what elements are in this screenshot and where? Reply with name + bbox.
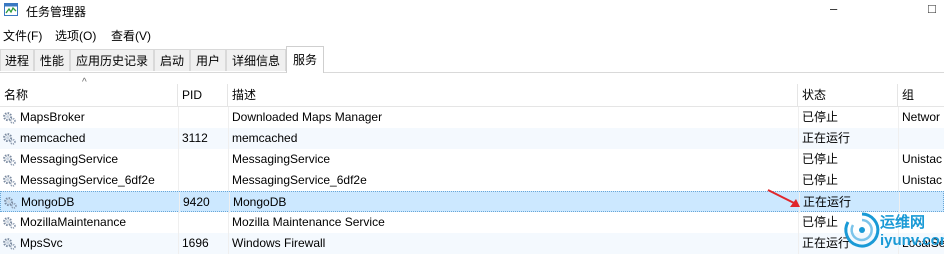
task-manager-icon — [4, 3, 18, 16]
service-name-cell: memcached — [0, 128, 178, 149]
column-divider — [179, 192, 180, 213]
service-name-cell: MongoDB — [1, 192, 179, 213]
column-divider — [178, 212, 179, 233]
service-pid — [178, 212, 228, 233]
table-row[interactable]: memcached 3112 memcached 正在运行 — [0, 128, 944, 149]
watermark: 运维网 iyunv.com — [842, 210, 944, 254]
service-pid: 9420 — [183, 195, 210, 209]
tab-processes[interactable]: 进程 — [0, 49, 34, 71]
column-divider — [798, 128, 799, 149]
service-status: 正在运行 — [802, 131, 851, 145]
column-divider — [178, 149, 179, 170]
column-divider — [178, 233, 179, 254]
service-description: MessagingService — [232, 152, 331, 166]
table-row[interactable]: MessagingService MessagingService 已停止 Unist… — [0, 149, 944, 170]
restore-button[interactable]: □ — [928, 1, 936, 16]
column-divider — [229, 192, 230, 213]
column-divider — [228, 170, 229, 191]
service-name: MozillaMaintenance — [20, 215, 127, 229]
window-title: 任务管理器 — [26, 5, 87, 19]
service-description: memcached — [232, 131, 298, 145]
service-name-cell: MessagingService_6df2e — [0, 170, 178, 191]
minimize-button[interactable]: – — [830, 1, 837, 16]
service-name-cell: MessagingService — [0, 149, 178, 170]
service-pid — [178, 170, 228, 191]
service-name: MpsSvc — [20, 236, 63, 250]
tab-bar: 进程 性能 应用历史记录 启动 用户 详细信息 服务 — [0, 46, 944, 73]
menu-view[interactable]: 查看(V) — [111, 27, 151, 44]
column-divider — [898, 128, 899, 149]
service-name: MapsBroker — [20, 110, 85, 124]
service-pid — [178, 107, 228, 128]
service-pid — [178, 149, 228, 170]
service-name: MessagingService — [20, 152, 119, 166]
watermark-logo-icon — [844, 212, 880, 248]
tab-startup[interactable]: 启动 — [154, 49, 190, 71]
column-divider — [898, 170, 899, 191]
column-header-row: ^ 名称 PID 描述 状态 组 — [0, 77, 944, 107]
table-row[interactable]: MpsSvc 1696 Windows Firewall 正在运行 LocalSe — [0, 233, 944, 254]
tab-services[interactable]: 服务 — [286, 46, 324, 73]
tab-performance[interactable]: 性能 — [34, 49, 70, 71]
service-name-cell: MapsBroker — [0, 107, 178, 128]
tab-users[interactable]: 用户 — [190, 49, 226, 71]
column-divider — [228, 128, 229, 149]
service-gear-icon — [4, 197, 17, 209]
column-divider — [228, 233, 229, 254]
service-description: Downloaded Maps Manager — [232, 110, 383, 124]
table-row[interactable]: MapsBroker Downloaded Maps Manager 已停止 Netw… — [0, 107, 944, 128]
column-divider — [798, 107, 799, 128]
service-name: MessagingService_6df2e — [20, 173, 155, 187]
annotation-arrow-icon — [767, 189, 800, 207]
column-divider — [898, 149, 899, 170]
watermark-text-en: iyunv.com — [880, 232, 944, 249]
service-gear-icon — [3, 112, 16, 124]
tab-app-history[interactable]: 应用历史记录 — [70, 49, 154, 71]
column-divider — [798, 149, 799, 170]
service-group: Unistac — [902, 173, 943, 187]
column-divider — [178, 107, 179, 128]
column-divider — [178, 170, 179, 191]
column-divider — [898, 107, 899, 128]
menu-options[interactable]: 选项(O) — [55, 27, 96, 44]
service-name-cell: MpsSvc — [0, 233, 178, 254]
column-header-description[interactable]: 描述 — [228, 84, 798, 106]
service-description: Mozilla Maintenance Service — [232, 215, 385, 229]
service-status: 已停止 — [802, 110, 839, 124]
menu-file[interactable]: 文件(F) — [3, 27, 42, 44]
service-gear-icon — [3, 133, 16, 145]
service-description: Windows Firewall — [232, 236, 326, 250]
title-bar: 任务管理器 – □ — [0, 0, 944, 22]
service-group — [898, 128, 944, 149]
service-group: Networ — [902, 110, 941, 124]
service-name: MongoDB — [21, 195, 75, 209]
column-divider — [178, 128, 179, 149]
service-description: MessagingService_6df2e — [232, 173, 367, 187]
column-divider — [798, 233, 799, 254]
service-pid: 3112 — [182, 131, 208, 145]
service-description: MongoDB — [233, 195, 287, 209]
column-header-name[interactable]: 名称 — [0, 84, 178, 106]
column-header-pid[interactable]: PID — [178, 84, 228, 106]
column-divider — [798, 212, 799, 233]
column-divider — [228, 149, 229, 170]
service-gear-icon — [3, 175, 16, 187]
service-gear-icon — [3, 217, 16, 229]
service-status: 已停止 — [802, 152, 839, 166]
service-group: Unistac — [902, 152, 943, 166]
column-header-group[interactable]: 组 — [898, 84, 944, 106]
watermark-text-cn: 运维网 — [880, 214, 926, 231]
service-gear-icon — [3, 154, 16, 166]
service-status: 已停止 — [802, 173, 839, 187]
tab-details[interactable]: 详细信息 — [226, 49, 286, 71]
service-name: memcached — [20, 131, 86, 145]
service-gear-icon — [3, 238, 16, 250]
column-divider — [228, 107, 229, 128]
service-pid: 1696 — [182, 236, 209, 250]
column-header-status[interactable]: 状态 — [798, 84, 898, 106]
column-divider — [228, 212, 229, 233]
service-name-cell: MozillaMaintenance — [0, 212, 178, 233]
table-row[interactable]: MozillaMaintenance Mozilla Maintenance Se… — [0, 212, 944, 233]
